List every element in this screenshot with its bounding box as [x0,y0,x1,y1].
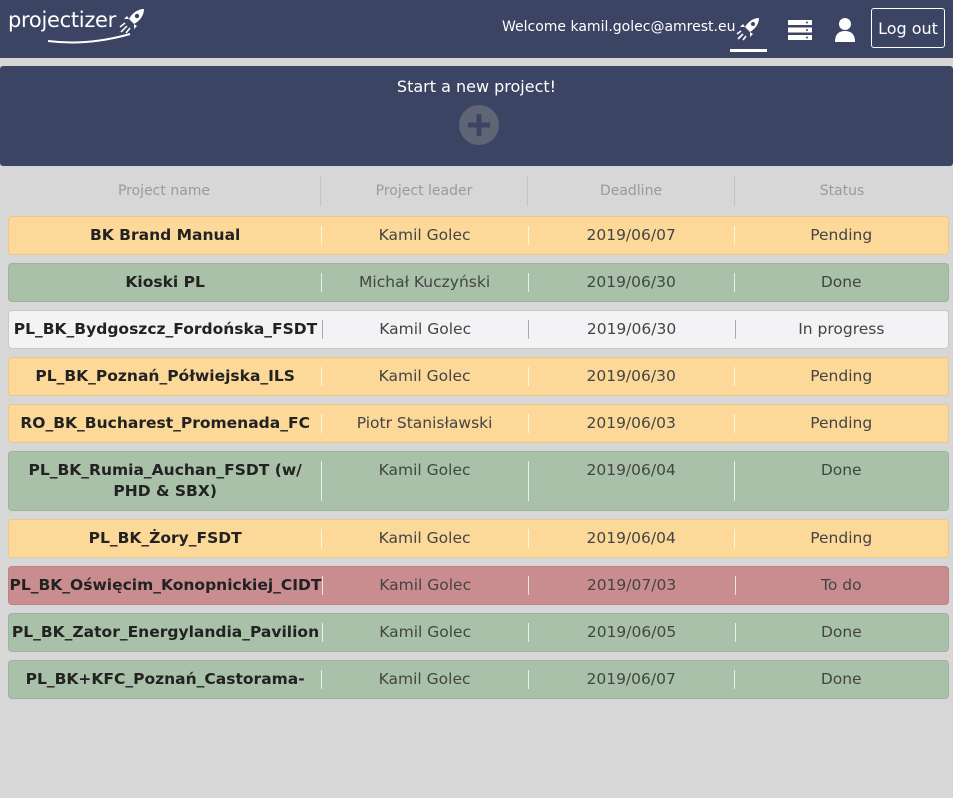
project-name: PL_BK_Poznań_Półwiejska_ILS [35,367,295,385]
project-leader: Kamil Golec [321,452,528,510]
project-status: Pending [734,358,948,395]
logo-text: projectizer [8,8,116,32]
project-leader: Kamil Golec [321,520,528,557]
project-leader: Kamil Golec [321,358,528,395]
project-deadline: 2019/07/03 [528,567,734,604]
project-name: BK Brand Manual [89,226,241,244]
project-row[interactable]: PL_BK_Żory_FSDT Kamil Golec 2019/06/04 Pend… [8,519,949,558]
project-row[interactable]: PL_BK_Oświęcim_Konopnickiej_CIDT Kamil Go… [8,566,949,605]
project-list: BK Brand Manual Kamil Golec 2019/06/07 Pend… [8,216,949,707]
project-status: Done [734,661,948,698]
project-row[interactable]: BK Brand Manual Kamil Golec 2019/06/07 Pend… [8,216,949,255]
project-status: In progress [734,311,948,348]
project-deadline: 2019/06/07 [527,661,735,698]
project-deadline: 2019/06/03 [527,405,735,442]
logo-swoosh-icon [48,33,131,44]
project-row[interactable]: PL_BK+KFC_Poznań_Castorama- Kamil Golec 20… [8,660,949,699]
welcome-text: Welcome kamil.golec@amrest.eu [502,19,736,35]
project-deadline: 2019/06/07 [527,217,735,254]
project-name: Kioski PL [125,273,205,291]
project-status: Pending [734,405,948,442]
project-status: Done [734,452,948,510]
project-row[interactable]: Kioski PL Michał Kuczyński 2019/06/30 Done [8,263,949,302]
project-name: PL_BK+KFC_Poznań_Castorama- [25,670,305,688]
project-status: Pending [734,217,948,254]
project-leader: Kamil Golec [322,311,528,348]
plus-circle-icon[interactable] [459,105,499,145]
project-deadline: 2019/06/04 [527,452,735,510]
project-status: Done [734,264,948,301]
project-name: RO_BK_Bucharest_Promenada_FC [20,414,310,432]
project-name: PL_BK_Rumia_Auchan_FSDT (w/ PHD & SBX) [28,461,302,500]
nav-list-button[interactable] [784,10,816,50]
project-status: Pending [734,520,948,557]
project-status: Done [734,614,948,651]
project-row[interactable]: PL_BK_Bydgoszcz_Fordońska_FSDT Kamil Gole… [8,310,949,349]
project-leader: Piotr Stanisławski [321,405,528,442]
logout-button[interactable]: Log out [871,8,945,48]
project-deadline: 2019/06/30 [527,358,735,395]
logo-rocket-icon [119,9,144,34]
project-leader: Kamil Golec [321,217,528,254]
project-name: PL_BK_Zator_Energylandia_Pavilion [11,623,320,641]
table-header: Project name Project leader Deadline Sta… [8,176,949,206]
project-name: PL_BK_Żory_FSDT [88,529,242,547]
app-logo[interactable]: projectizer [8,8,148,44]
project-leader: Kamil Golec [321,661,528,698]
top-navbar: projectizer Welcome kamil.golec@amrest.e… [0,0,953,58]
project-row[interactable]: RO_BK_Bucharest_Promenada_FC Piotr Stanis… [8,404,949,443]
header-project-leader[interactable]: Project leader [321,176,528,206]
project-row[interactable]: PL_BK_Poznań_Półwiejska_ILS Kamil Golec 20… [8,357,949,396]
rocket-icon [736,17,759,40]
user-icon [835,18,855,42]
nav-projects-button[interactable] [730,8,767,52]
project-leader: Michał Kuczyński [321,264,528,301]
header-deadline[interactable]: Deadline [528,176,735,206]
list-icon [788,20,812,40]
project-status: To do [734,567,948,604]
project-row[interactable]: PL_BK_Rumia_Auchan_FSDT (w/ PHD & SBX) Ka… [8,451,949,511]
project-name: PL_BK_Bydgoszcz_Fordońska_FSDT [13,320,318,338]
project-name: PL_BK_Oświęcim_Konopnickiej_CIDT [9,576,322,594]
project-leader: Kamil Golec [322,567,528,604]
new-project-title: Start a new project! [396,77,557,96]
project-deadline: 2019/06/30 [528,311,734,348]
project-deadline: 2019/06/05 [528,614,734,651]
project-row[interactable]: PL_BK_Zator_Energylandia_Pavilion Kamil G… [8,613,949,652]
project-deadline: 2019/06/04 [527,520,735,557]
nav-user-button[interactable] [830,10,860,50]
header-project-name[interactable]: Project name [8,176,321,206]
header-status[interactable]: Status [735,176,949,206]
project-deadline: 2019/06/30 [527,264,735,301]
project-leader: Kamil Golec [322,614,528,651]
